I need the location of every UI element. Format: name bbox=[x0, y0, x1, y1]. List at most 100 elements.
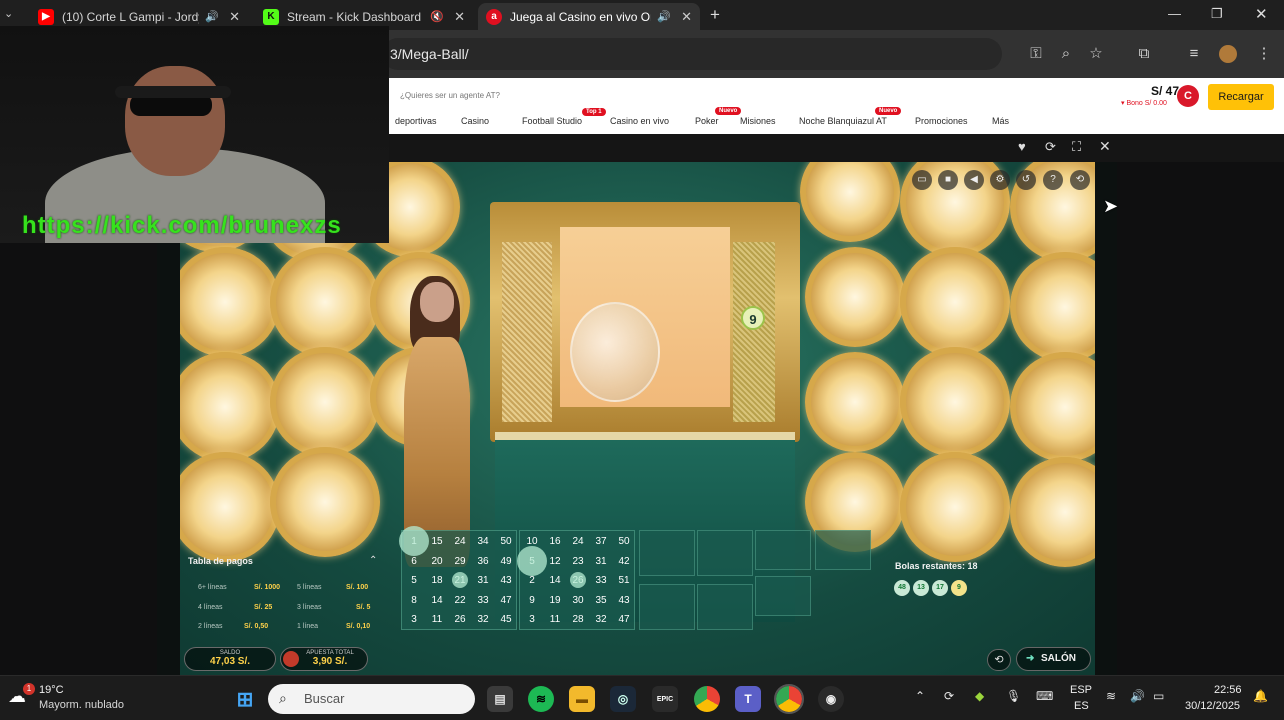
more-menu-icon[interactable]: ⋮ bbox=[1254, 44, 1274, 64]
decor-light-circle bbox=[270, 447, 380, 557]
heart-favorite-icon[interactable]: ♥ bbox=[1018, 139, 1026, 154]
close-tab-icon[interactable]: ✕ bbox=[229, 9, 240, 25]
nav-promociones[interactable]: Promociones bbox=[915, 116, 968, 126]
nav-poker[interactable]: Poker bbox=[695, 116, 719, 126]
volume-icon[interactable]: ◀ bbox=[964, 170, 984, 190]
language-primary[interactable]: ESP bbox=[1070, 684, 1092, 696]
bookmark-star-icon[interactable]: ☆ bbox=[1086, 44, 1106, 64]
epic-games-icon[interactable]: EPIC bbox=[652, 686, 678, 712]
casino-site-header: ¿Quieres ser un agente AT? deportivas Ca… bbox=[389, 78, 1284, 134]
spotify-icon[interactable]: ≋ bbox=[528, 686, 554, 712]
extensions-icon[interactable]: ⧉ bbox=[1134, 44, 1154, 64]
chrome-icon[interactable] bbox=[694, 686, 720, 712]
nav-misiones[interactable]: Misiones bbox=[740, 116, 776, 126]
mini-bingo-card[interactable] bbox=[697, 530, 753, 576]
close-tab-icon[interactable]: ✕ bbox=[681, 9, 692, 25]
close-game-icon[interactable]: ✕ bbox=[1099, 138, 1111, 155]
microphone-icon[interactable]: 🎙 bbox=[1006, 689, 1021, 703]
mini-bingo-card[interactable] bbox=[755, 576, 811, 616]
obs-icon[interactable]: ◉ bbox=[818, 686, 844, 712]
marked-number-indicator bbox=[570, 572, 586, 588]
recargar-button[interactable]: Recargar bbox=[1208, 84, 1274, 110]
mini-bingo-card[interactable] bbox=[639, 584, 695, 630]
nav-casino[interactable]: Casino bbox=[461, 116, 489, 126]
bonus-balance: ▾ Bono S/ 0.00 bbox=[1121, 100, 1167, 107]
history-icon[interactable]: ↺ bbox=[1016, 170, 1036, 190]
clock-date[interactable]: 30/12/2025 bbox=[1185, 700, 1240, 712]
teams-icon[interactable]: T bbox=[735, 686, 761, 712]
volume-speaker-icon[interactable]: 🔊 bbox=[1130, 689, 1145, 703]
paytable-value: S/. 0,10 bbox=[346, 623, 371, 630]
nav-noche-blanquiazul[interactable]: Noche Blanquiazul AT bbox=[799, 116, 887, 126]
agent-question-link[interactable]: ¿Quieres ser un agente AT? bbox=[400, 91, 500, 100]
weather-desc[interactable]: Mayorm. nublado bbox=[39, 699, 124, 711]
mini-bingo-card[interactable] bbox=[639, 530, 695, 576]
notification-bell-icon[interactable]: 🔔 bbox=[1253, 689, 1268, 703]
bingo-card[interactable]: 1152434506202936495182131438142233473112… bbox=[399, 526, 517, 630]
paytable-title: Tabla de pagos bbox=[188, 556, 253, 566]
password-key-icon[interactable]: ⚿ bbox=[1026, 44, 1046, 64]
paytable-value: S/. 25 bbox=[254, 604, 273, 611]
language-secondary[interactable]: ES bbox=[1074, 700, 1089, 712]
zoom-icon[interactable]: ⌕ bbox=[1056, 44, 1076, 64]
user-avatar[interactable]: C bbox=[1177, 85, 1199, 107]
salon-button[interactable]: ➜ SALÓN bbox=[1016, 647, 1091, 671]
windows-taskbar: ☁ 1 19°C Mayorm. nublado ⊞ Buscar ⌕ ▤ ≋ … bbox=[0, 675, 1284, 720]
bingo-number: 24 bbox=[454, 536, 466, 547]
kick-icon: K bbox=[263, 8, 279, 25]
battery-icon[interactable]: ▭ bbox=[1153, 689, 1164, 703]
close-window-icon[interactable]: ✕ bbox=[1255, 5, 1268, 23]
badge-nuevo: Nuevo bbox=[875, 107, 902, 115]
fullscreen-icon[interactable]: ⛶ bbox=[1072, 139, 1081, 155]
bingo-number: 37 bbox=[595, 536, 607, 547]
speaker-icon[interactable]: 🔊 bbox=[657, 10, 671, 23]
collapse-chevron-icon[interactable]: ⌃ bbox=[369, 555, 377, 566]
mini-bingo-card[interactable] bbox=[697, 584, 753, 630]
close-tab-icon[interactable]: ✕ bbox=[454, 9, 465, 25]
restore-icon[interactable]: ❐ bbox=[1211, 6, 1223, 22]
keyboard-icon[interactable]: ⌨ bbox=[1036, 689, 1053, 703]
rebet-icon[interactable]: ⟲ bbox=[987, 649, 1011, 671]
reload-icon[interactable]: ⟳ bbox=[1045, 139, 1056, 155]
file-explorer-icon[interactable]: ▬ bbox=[569, 686, 595, 712]
tray-app-icon[interactable]: ◆ bbox=[975, 689, 984, 703]
minimize-icon[interactable]: — bbox=[1168, 6, 1181, 21]
windows-start-icon[interactable]: ⊞ bbox=[232, 686, 258, 712]
sync-icon[interactable]: ⟳ bbox=[944, 689, 954, 703]
decor-light-circle bbox=[270, 247, 380, 357]
help-icon[interactable]: ? bbox=[1043, 170, 1063, 190]
muted-speaker-icon[interactable]: 🔇 bbox=[430, 10, 444, 23]
nav-football-studio[interactable]: Football Studio bbox=[522, 116, 582, 126]
clock-time[interactable]: 22:56 bbox=[1214, 684, 1242, 696]
bingo-number: 8 bbox=[411, 594, 417, 606]
task-view-icon[interactable]: ▤ bbox=[487, 686, 513, 712]
weather-temp[interactable]: 19°C bbox=[39, 684, 64, 696]
speaker-icon[interactable]: 🔊 bbox=[205, 10, 219, 23]
media-control-icon[interactable]: ≡ bbox=[1184, 44, 1204, 64]
chrome-active-icon[interactable] bbox=[774, 684, 804, 714]
salon-label: SALÓN bbox=[1041, 653, 1076, 664]
paytable-value: S/. 0,50 bbox=[244, 623, 269, 630]
nav-deportivas[interactable]: deportivas bbox=[395, 116, 437, 126]
nav-casino-en-vivo[interactable]: Casino en vivo bbox=[610, 116, 669, 126]
bingo-card[interactable]: 1016243750512233142214263351919303543311… bbox=[517, 530, 635, 630]
show-hidden-icons-chevron[interactable]: ⌃ bbox=[915, 689, 925, 703]
profile-avatar[interactable] bbox=[1219, 45, 1237, 63]
tab-casino[interactable]: a Juega al Casino en vivo Onl 🔊 ✕ bbox=[478, 3, 700, 30]
bolas-restantes-label: Bolas restantes: 18 bbox=[895, 561, 978, 571]
lobby-icon[interactable]: ⟲ bbox=[1070, 170, 1090, 190]
new-tab-plus-icon[interactable]: + bbox=[710, 5, 720, 25]
tab-list-chevron-icon[interactable]: ⌄ bbox=[4, 7, 13, 20]
chat-icon[interactable]: ▭ bbox=[912, 170, 932, 190]
nav-mas[interactable]: Más bbox=[992, 116, 1009, 126]
mini-bingo-card[interactable] bbox=[755, 530, 811, 570]
url-field[interactable]: 3/Mega-Ball/ bbox=[382, 38, 1002, 70]
tab-title: (10) Corte L Gampi - Jordyn bbox=[62, 9, 200, 24]
taskbar-search[interactable]: Buscar bbox=[268, 684, 475, 714]
settings-gear-icon[interactable]: ⚙ bbox=[990, 170, 1010, 190]
wifi-icon[interactable]: ≋ bbox=[1106, 689, 1116, 703]
steam-icon[interactable]: ◎ bbox=[610, 686, 636, 712]
video-camera-icon[interactable]: ■ bbox=[938, 170, 958, 190]
paytable-label: 6+ líneas bbox=[198, 584, 227, 591]
mini-bingo-card[interactable] bbox=[815, 530, 871, 570]
